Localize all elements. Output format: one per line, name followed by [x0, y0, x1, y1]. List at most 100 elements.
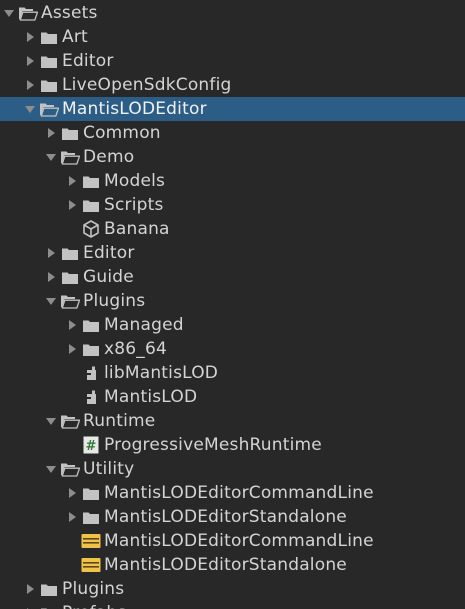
- tree-item-label: LiveOpenSdkConfig: [62, 75, 232, 95]
- tree-item-label: Plugins: [62, 579, 125, 599]
- svg-text:#: #: [86, 439, 97, 454]
- tree-item-plugins-root[interactable]: Plugins: [0, 577, 465, 601]
- tree-item-label: MantisLODEditor: [62, 99, 207, 119]
- plugin-icon: [81, 385, 101, 409]
- tree-item-cmdline-asmdef[interactable]: MantisLODEditorCommandLine: [0, 529, 465, 553]
- tree-item-label: MantisLODEditorCommandLine: [104, 483, 374, 503]
- folder-icon: [81, 193, 101, 217]
- collapse-arrow-icon[interactable]: [65, 505, 79, 529]
- tree-item-liveopensdkconfig[interactable]: LiveOpenSdkConfig: [0, 73, 465, 97]
- tree-item-label: Banana: [104, 219, 170, 239]
- collapse-arrow-icon[interactable]: [44, 121, 58, 145]
- tree-item-prefabs-partial[interactable]: Prefabs: [0, 601, 465, 609]
- tree-item-standalone-asmdef[interactable]: MantisLODEditorStandalone: [0, 553, 465, 577]
- folder-icon: [81, 169, 101, 193]
- expand-arrow-icon[interactable]: [2, 1, 16, 25]
- tree-item-scripts[interactable]: Scripts: [0, 193, 465, 217]
- tree-item-banana[interactable]: Banana: [0, 217, 465, 241]
- folder-icon: [39, 25, 59, 49]
- folder-icon: [60, 121, 80, 145]
- tree-item-label: ProgressiveMeshRuntime: [104, 435, 322, 455]
- tree-item-label: MantisLOD: [104, 387, 198, 407]
- assembly-definition-icon: [81, 553, 101, 577]
- collapse-arrow-icon[interactable]: [44, 241, 58, 265]
- tree-item-label: Common: [83, 123, 161, 143]
- expand-arrow-icon[interactable]: [44, 289, 58, 313]
- folder-icon: [60, 265, 80, 289]
- tree-item-label: Plugins: [83, 291, 146, 311]
- tree-item-label: MantisLODEditorCommandLine: [104, 531, 374, 551]
- tree-item-label: Editor: [62, 51, 114, 71]
- tree-item-demo-editor[interactable]: Editor: [0, 241, 465, 265]
- tree-item-mantislod[interactable]: MantisLOD: [0, 385, 465, 409]
- folder-icon: [60, 241, 80, 265]
- unity-icon: [81, 217, 101, 241]
- folder-icon: [39, 601, 59, 609]
- folder-open-icon: [60, 457, 80, 481]
- tree-item-guide[interactable]: Guide: [0, 265, 465, 289]
- collapse-arrow-icon[interactable]: [65, 481, 79, 505]
- tree-item-x86-64[interactable]: x86_64: [0, 337, 465, 361]
- folder-icon: [81, 337, 101, 361]
- tree-item-label: Demo: [83, 147, 135, 167]
- project-tree: Assets Art Editor LiveOpenSdkConfig MantisLO…: [0, 0, 465, 609]
- collapse-arrow-icon[interactable]: [65, 313, 79, 337]
- tree-item-libmantislod[interactable]: libMantisLOD: [0, 361, 465, 385]
- tree-item-label: Scripts: [104, 195, 164, 215]
- tree-item-label: Utility: [83, 459, 135, 479]
- collapse-arrow-icon[interactable]: [65, 193, 79, 217]
- expand-arrow-icon[interactable]: [23, 97, 37, 121]
- folder-icon: [39, 73, 59, 97]
- tree-item-label: x86_64: [104, 339, 168, 359]
- folder-icon: [39, 49, 59, 73]
- collapse-arrow-icon[interactable]: [23, 49, 37, 73]
- collapse-arrow-icon[interactable]: [23, 73, 37, 97]
- tree-item-label: Prefabs: [62, 601, 126, 609]
- tree-item-label: Guide: [83, 267, 134, 287]
- tree-item-runtime[interactable]: Runtime: [0, 409, 465, 433]
- tree-item-managed[interactable]: Managed: [0, 313, 465, 337]
- plugin-icon: [81, 361, 101, 385]
- tree-item-demo[interactable]: Demo: [0, 145, 465, 169]
- collapse-arrow-icon[interactable]: [65, 337, 79, 361]
- folder-open-icon: [60, 145, 80, 169]
- tree-item-cmdline-folder[interactable]: MantisLODEditorCommandLine: [0, 481, 465, 505]
- expand-arrow-icon[interactable]: [44, 145, 58, 169]
- tree-item-label: Runtime: [83, 411, 156, 431]
- tree-item-label: libMantisLOD: [104, 363, 219, 383]
- tree-item-label: MantisLODEditorStandalone: [104, 555, 347, 575]
- tree-item-label: Managed: [104, 315, 184, 335]
- tree-item-art[interactable]: Art: [0, 25, 465, 49]
- collapse-arrow-icon[interactable]: [23, 577, 37, 601]
- folder-open-icon: [60, 409, 80, 433]
- tree-item-label: Models: [104, 171, 166, 191]
- expand-arrow-icon[interactable]: [44, 457, 58, 481]
- folder-icon: [39, 577, 59, 601]
- folder-icon: [81, 505, 101, 529]
- folder-icon: [81, 481, 101, 505]
- tree-item-models[interactable]: Models: [0, 169, 465, 193]
- expand-arrow-icon[interactable]: [44, 409, 58, 433]
- tree-item-standalone-folder[interactable]: MantisLODEditorStandalone: [0, 505, 465, 529]
- collapse-arrow-icon[interactable]: [23, 25, 37, 49]
- tree-item-mantislodeditor[interactable]: MantisLODEditor: [0, 97, 465, 121]
- tree-item-progressivemeshruntime[interactable]: # ProgressiveMeshRuntime: [0, 433, 465, 457]
- folder-icon: [81, 313, 101, 337]
- tree-item-plugins[interactable]: Plugins: [0, 289, 465, 313]
- assembly-definition-icon: [81, 529, 101, 553]
- folder-open-icon: [39, 97, 59, 121]
- tree-item-label: Editor: [83, 243, 135, 263]
- tree-item-utility[interactable]: Utility: [0, 457, 465, 481]
- tree-item-label: Art: [62, 27, 88, 47]
- collapse-arrow-icon[interactable]: [65, 169, 79, 193]
- csharp-script-icon: #: [81, 433, 101, 457]
- folder-open-icon: [60, 289, 80, 313]
- tree-item-label: Assets: [41, 3, 98, 23]
- tree-item-assets[interactable]: Assets: [0, 1, 465, 25]
- collapse-arrow-icon[interactable]: [23, 601, 37, 609]
- tree-item-editor[interactable]: Editor: [0, 49, 465, 73]
- folder-open-icon: [18, 1, 38, 25]
- tree-item-label: MantisLODEditorStandalone: [104, 507, 347, 527]
- collapse-arrow-icon[interactable]: [44, 265, 58, 289]
- tree-item-common[interactable]: Common: [0, 121, 465, 145]
